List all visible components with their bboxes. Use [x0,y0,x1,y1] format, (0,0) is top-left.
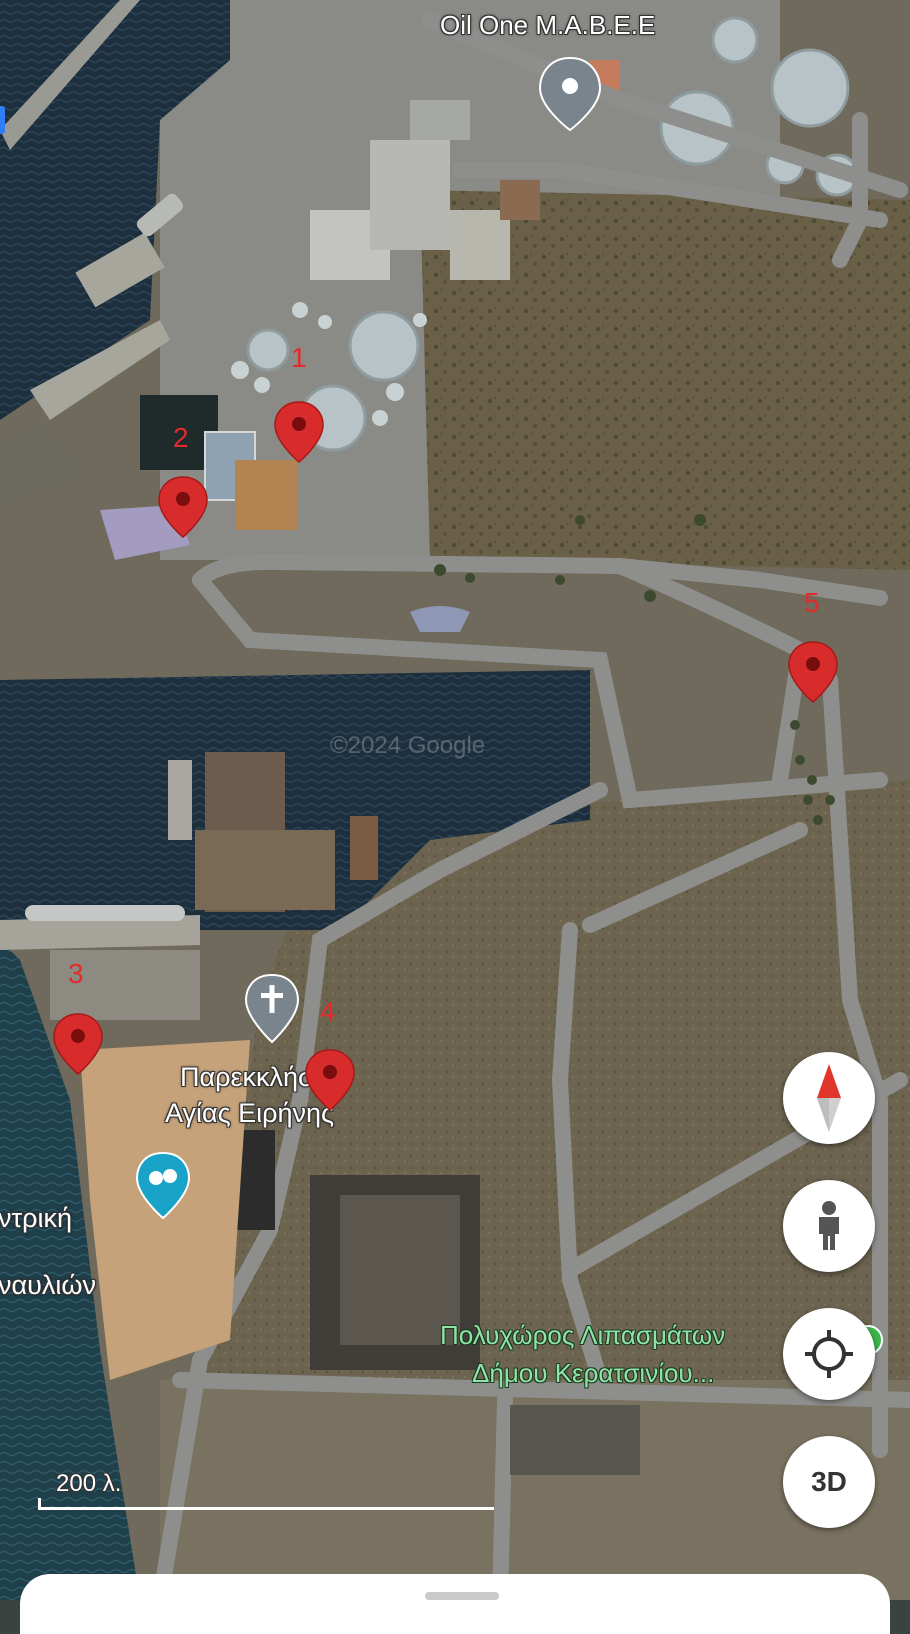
scale-bar [38,1498,494,1510]
poi-label-oil-one[interactable]: Oil One M.A.B.E.E [440,10,655,41]
scale-label: 200 λ. [56,1470,122,1497]
red-marker-3[interactable] [52,1012,104,1076]
bottom-sheet-handle[interactable] [425,1592,499,1600]
poi-label-partial-left-line2[interactable]: ναυλιών [0,1270,96,1301]
marker-number-4: 4 [320,996,336,1027]
3d-toggle-button[interactable]: 3D [783,1436,875,1528]
compass-icon [817,1064,841,1132]
side-handle[interactable] [0,106,5,134]
my-location-button[interactable] [783,1308,875,1400]
satellite-map[interactable] [0,0,910,1600]
poi-label-partial-left-line1[interactable]: ντρική [0,1203,72,1234]
marker-number-1: 1 [291,342,307,373]
map-watermark: ©2024 Google [330,732,486,759]
my-location-icon [805,1330,853,1378]
street-view-button[interactable] [783,1180,875,1272]
marker-number-2: 2 [173,422,189,453]
red-marker-4[interactable] [304,1048,356,1112]
poi-label-venue-line2[interactable]: Δήμου Κερατσινίου... [472,1358,714,1389]
poi-label-venue-line1[interactable]: Πολυχώρος Λιπασμάτων [440,1320,725,1351]
red-marker-5[interactable] [787,640,839,704]
poi-label-church-line1[interactable]: Παρεκκλήσι [180,1062,321,1093]
red-marker-2[interactable] [157,475,209,539]
marker-number-3: 3 [68,958,84,989]
red-marker-1[interactable] [273,400,325,464]
bottom-sheet[interactable] [20,1574,890,1634]
marker-number-5: 5 [804,587,820,618]
pegman-icon [819,1201,839,1250]
compass-button[interactable] [783,1052,875,1144]
